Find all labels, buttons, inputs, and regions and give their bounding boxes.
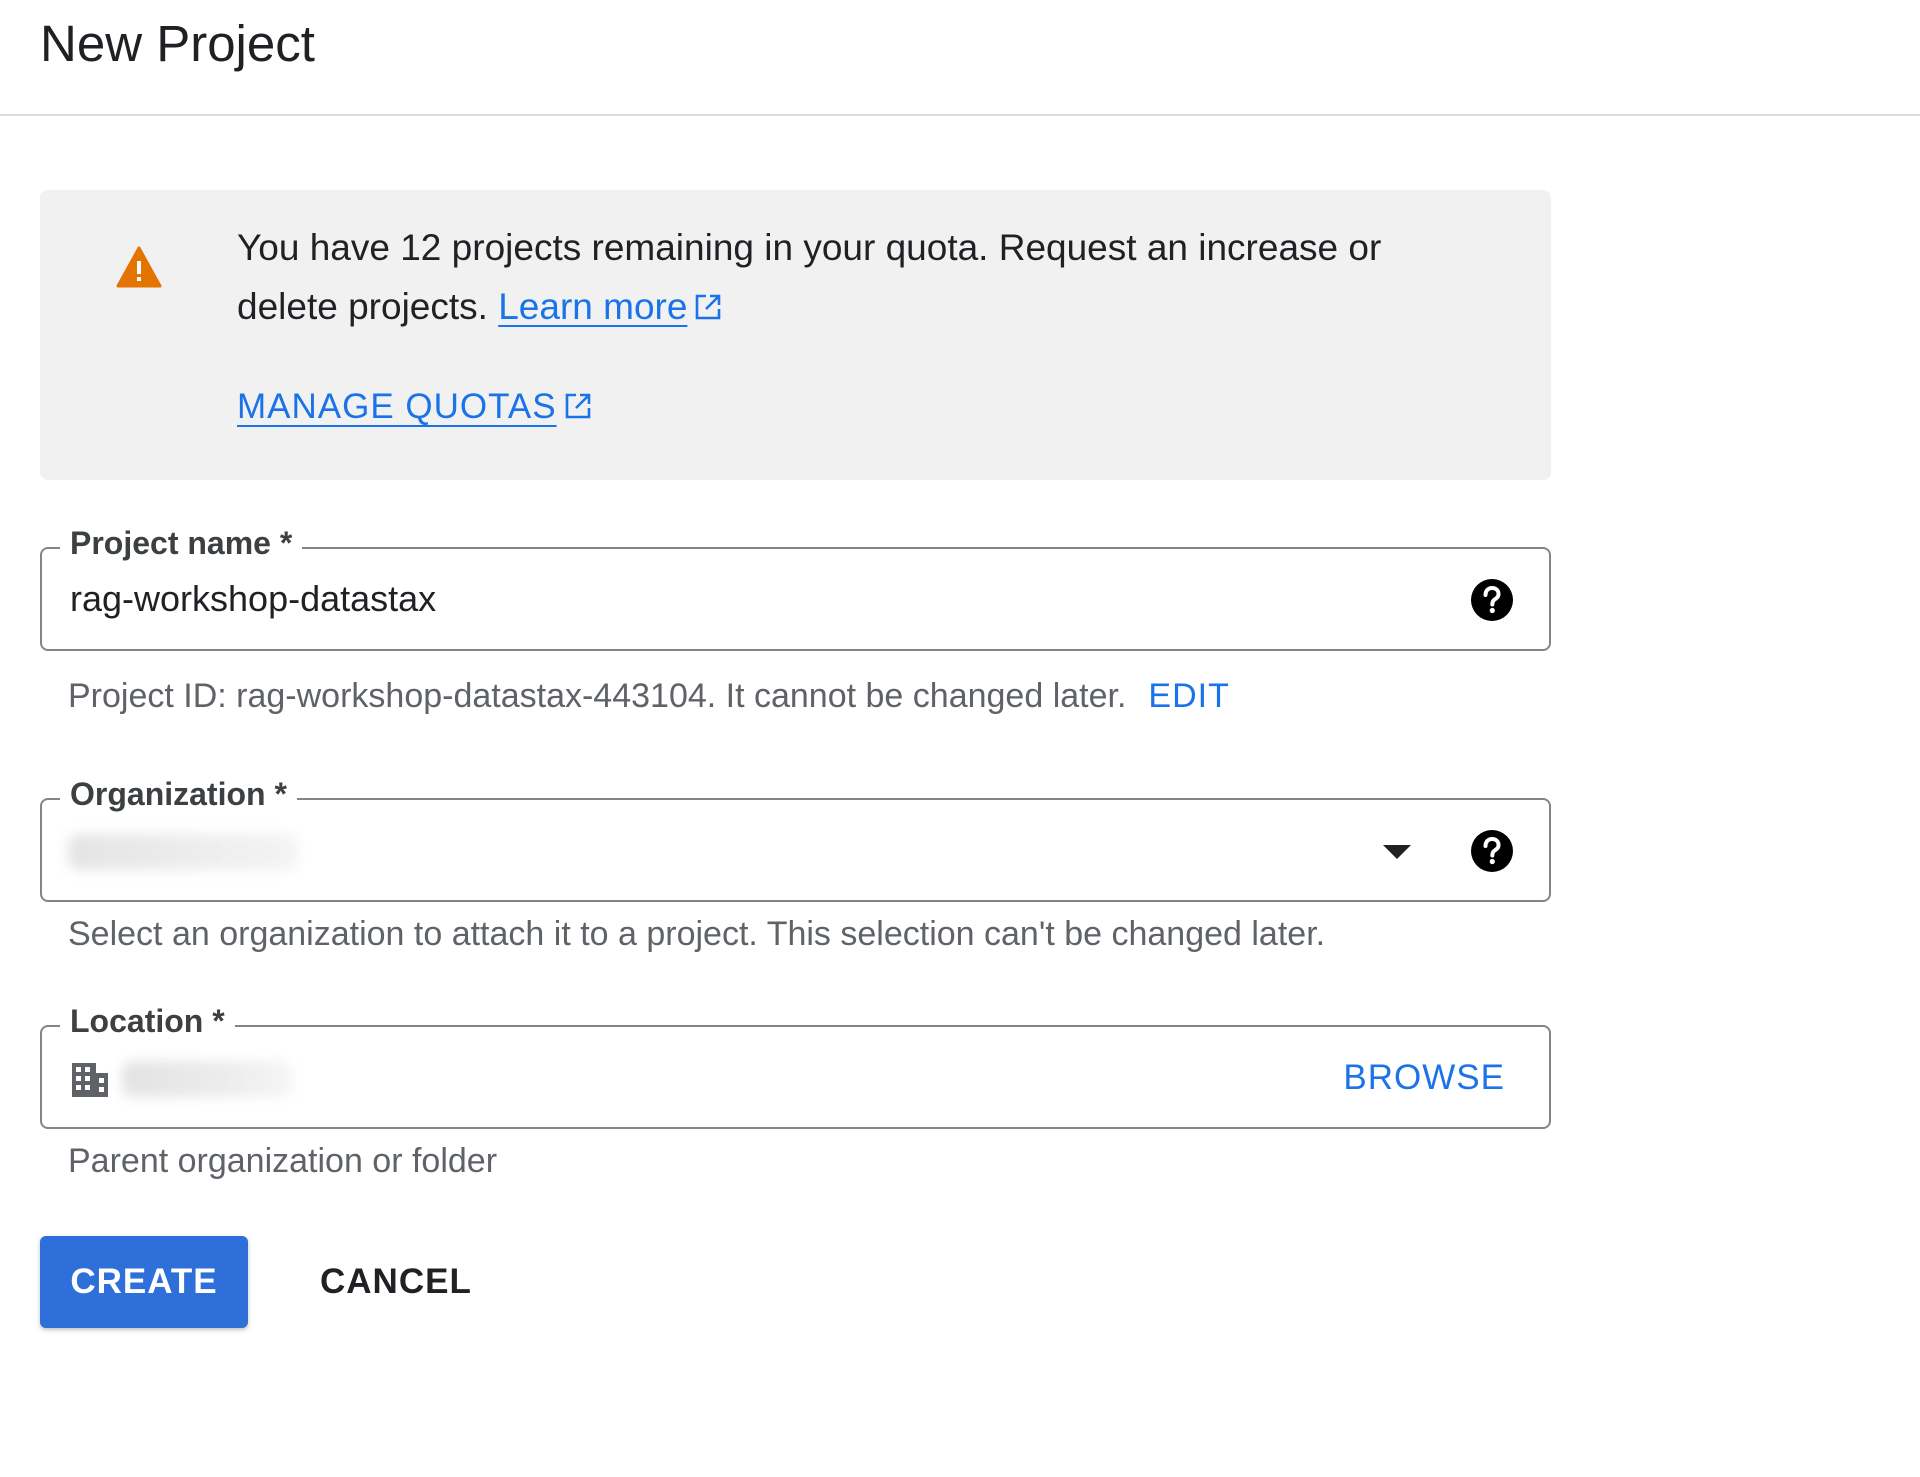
help-icon[interactable] [1469, 577, 1515, 623]
manage-quotas-link[interactable]: MANAGE QUOTAS [237, 382, 593, 432]
location-label: Location * [60, 999, 235, 1043]
location-value-redacted [122, 1061, 292, 1097]
edit-project-id-button[interactable]: EDIT [1148, 677, 1229, 715]
page-header: New Project [0, 0, 1920, 116]
help-icon[interactable] [1469, 828, 1515, 874]
quota-banner: You have 12 projects remaining in your q… [40, 190, 1551, 480]
project-id-hint: Project ID: rag-workshop-datastax-443104… [68, 672, 1230, 720]
page-title: New Project [40, 15, 315, 72]
warning-icon [116, 246, 162, 288]
building-icon [72, 1063, 108, 1097]
project-name-label: Project name * [60, 521, 303, 565]
organization-select[interactable]: Organization * [40, 772, 1551, 902]
browse-button[interactable]: BROWSE [1343, 1053, 1505, 1103]
cancel-button[interactable]: CANCEL [300, 1236, 492, 1328]
project-name-input[interactable]: rag-workshop-datastax [70, 575, 436, 623]
quota-message-block: You have 12 projects remaining in your q… [237, 218, 1477, 336]
project-id-text: Project ID: rag-workshop-datastax-443104… [68, 677, 1127, 715]
external-link-icon [696, 294, 721, 320]
create-button[interactable]: CREATE [40, 1236, 248, 1328]
manage-quotas-label: MANAGE QUOTAS [237, 387, 557, 426]
dropdown-arrow-icon[interactable] [1381, 843, 1413, 861]
learn-more-link[interactable]: Learn more [498, 286, 687, 327]
organization-value-redacted [68, 834, 298, 870]
project-name-field[interactable]: Project name * rag-workshop-datastax [40, 521, 1551, 651]
external-link-icon [565, 393, 590, 419]
learn-more-label: Learn more [498, 286, 688, 327]
location-hint: Parent organization or folder [68, 1142, 498, 1180]
quota-message: You have 12 projects remaining in your q… [237, 227, 1382, 327]
location-field[interactable]: Location * BROWSE [40, 999, 1551, 1129]
organization-label: Organization * [60, 772, 297, 816]
organization-hint: Select an organization to attach it to a… [68, 915, 1326, 953]
